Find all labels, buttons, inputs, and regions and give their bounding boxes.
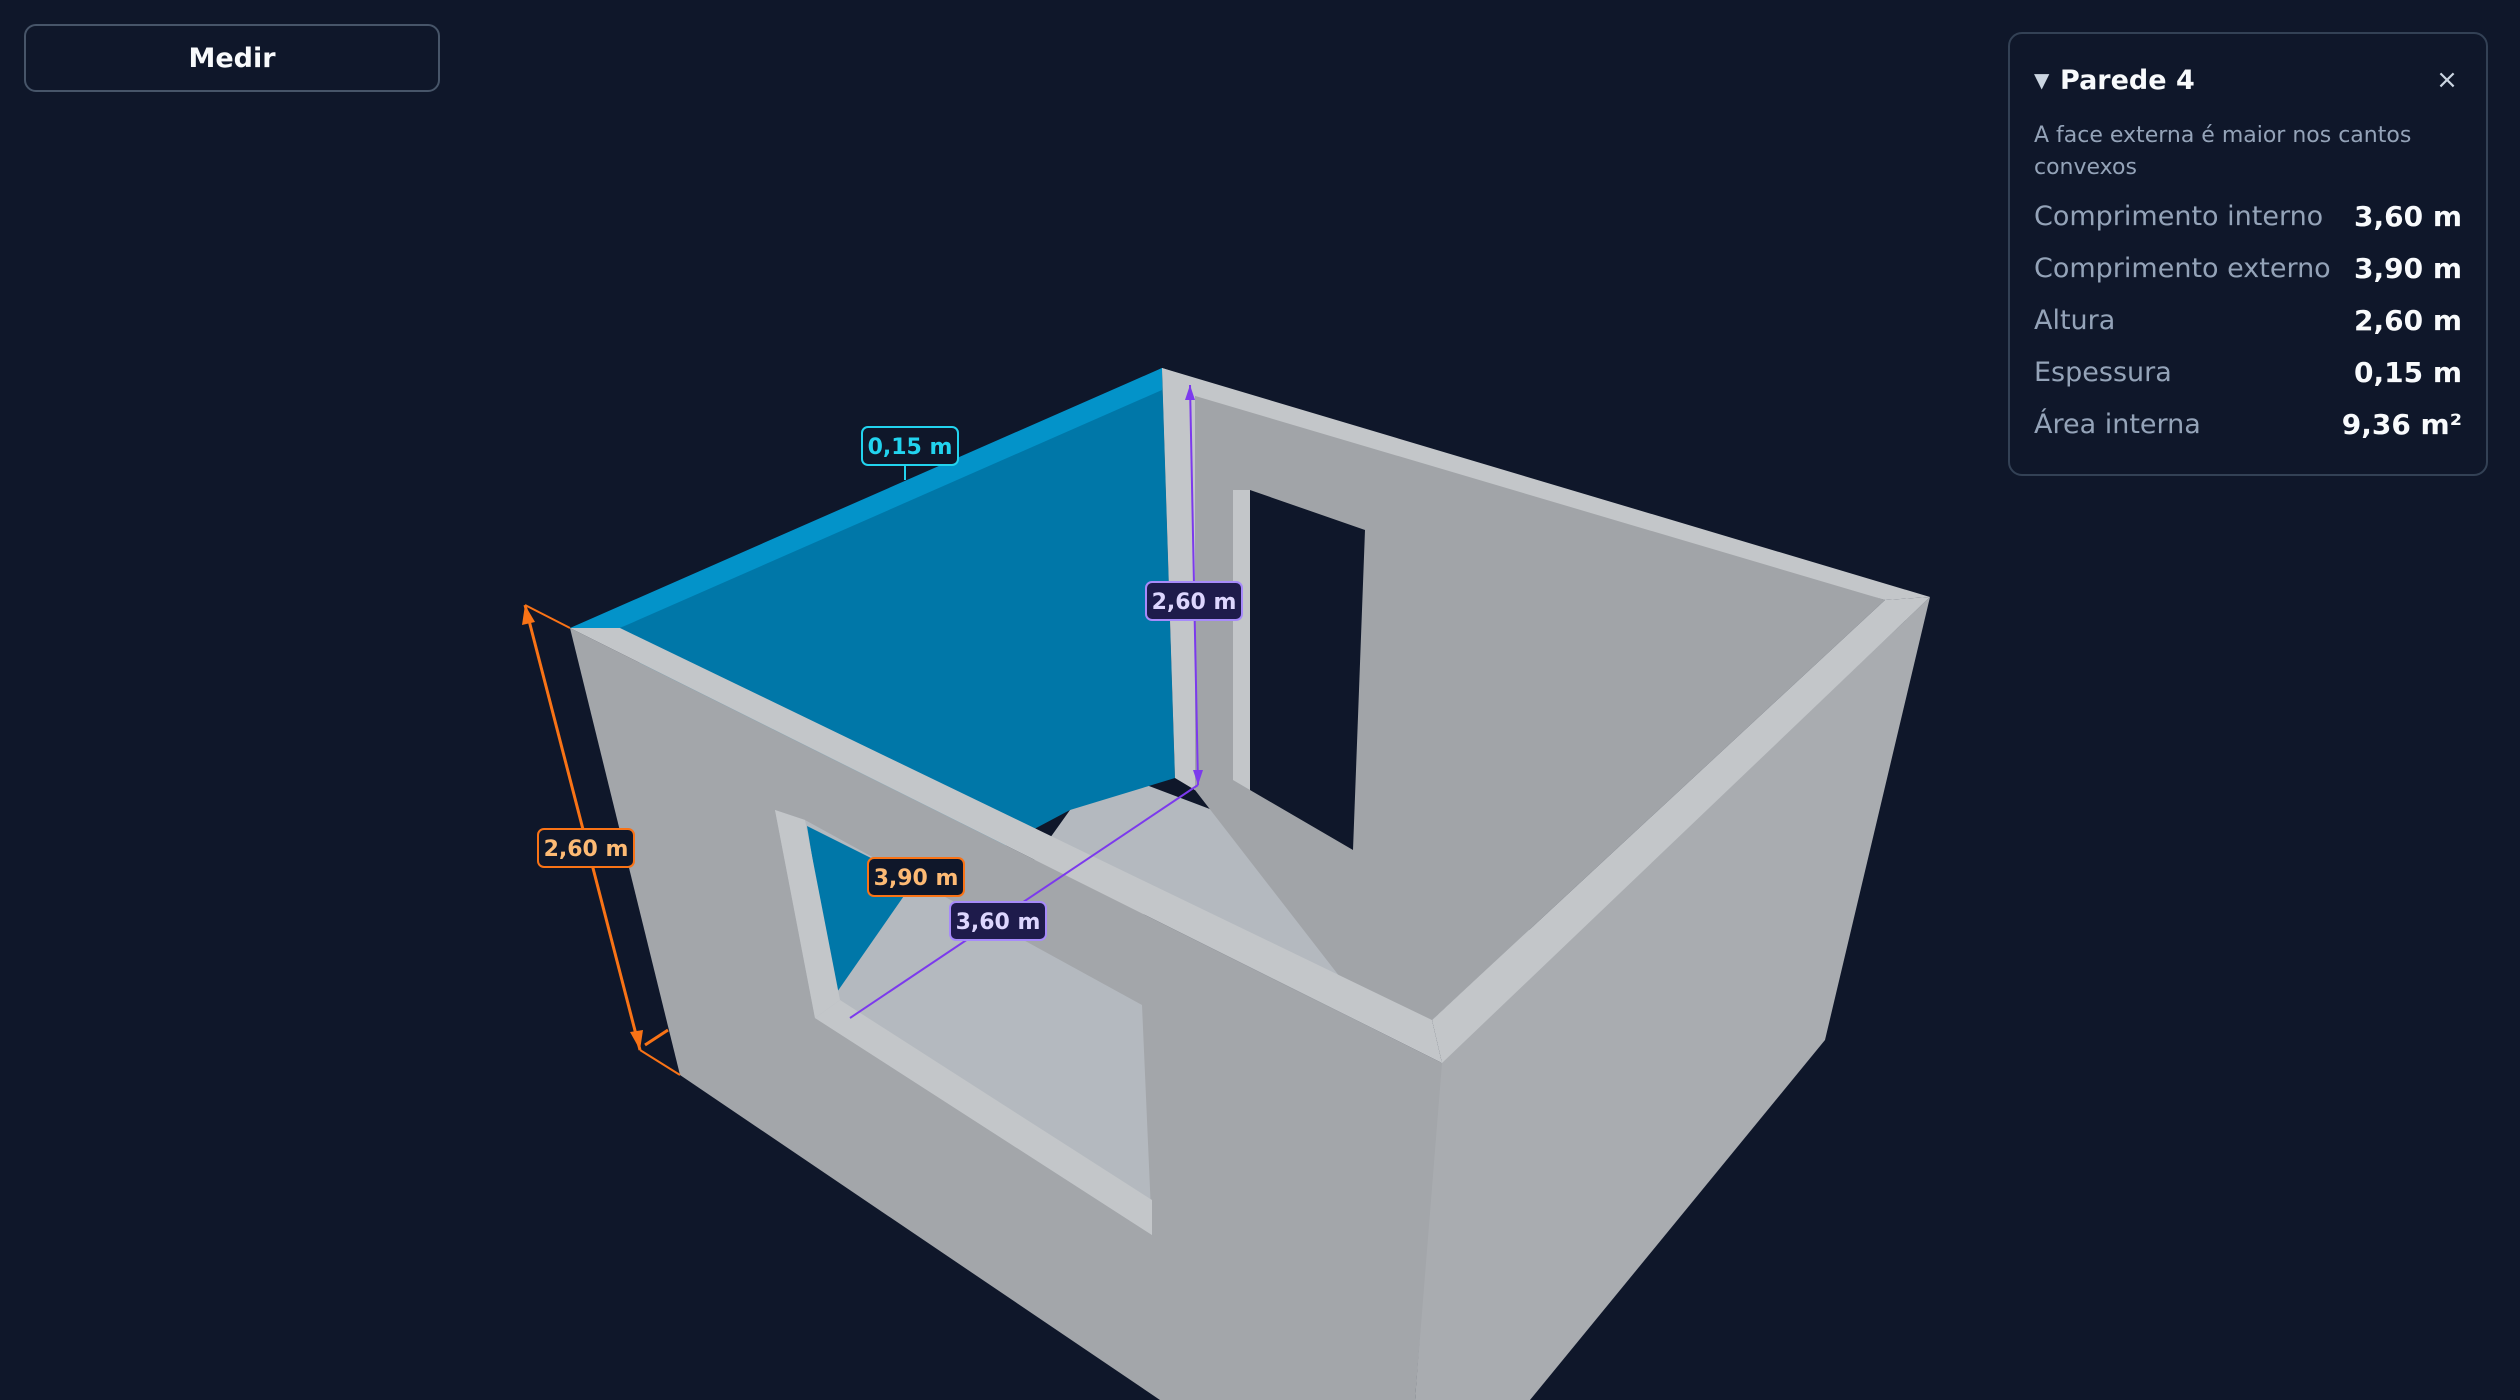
thickness-label-text: 0,15 m [868,435,953,460]
property-label: Comprimento interno [2034,200,2324,232]
inner-height-label: 2,60 m [1145,581,1243,621]
property-row-height: Altura 2,60 m [2034,294,2462,346]
inner-length-label: 3,60 m [949,901,1047,941]
property-value: 2,60 m [2353,303,2462,337]
property-value: 3,60 m [2353,199,2462,233]
outer-height-label: 2,60 m [537,828,635,868]
collapse-triangle-icon[interactable]: ▼ [2034,68,2060,92]
outer-length-label: 3,90 m [867,857,965,897]
property-value: 9,36 m² [2341,407,2462,441]
property-value: 0,15 m [2353,355,2462,389]
property-row-inner-area: Área interna 9,36 m² [2034,398,2462,450]
outer-height-label-text: 2,60 m [544,837,629,862]
outer-height-arrow-bottom [630,1030,643,1050]
property-value: 3,90 m [2353,251,2462,285]
property-label: Altura [2034,304,2116,336]
panel-note: A face externa é maior nos cantos convex… [2034,123,2412,180]
panel-title: Parede 4 [2060,64,2195,96]
property-row-inner-length: Comprimento interno 3,60 m [2034,190,2462,242]
outer-length-label-text: 3,90 m [874,866,959,891]
close-icon[interactable]: × [2432,65,2462,95]
property-row-outer-length: Comprimento externo 3,90 m [2034,242,2462,294]
property-label: Comprimento externo [2034,252,2331,284]
thickness-label: 0,15 m [861,426,959,466]
panel-header: ▼ Parede 4 × [2034,62,2462,98]
inner-height-label-text: 2,60 m [1152,590,1237,615]
door-opening [1250,490,1365,850]
wall-info-panel: ▼ Parede 4 × A face externa é maior nos … [2008,32,2488,476]
door-jamb [1233,490,1250,790]
inner-length-label-text: 3,60 m [956,910,1041,935]
measure-button[interactable]: Medir [24,24,440,92]
property-label: Área interna [2034,408,2201,440]
property-list: Comprimento interno 3,60 m Comprimento e… [2034,190,2462,450]
outer-height-extension-bottom [639,1049,681,1076]
outer-length-tick [644,1028,669,1047]
property-row-thickness: Espessura 0,15 m [2034,346,2462,398]
property-label: Espessura [2034,356,2172,388]
